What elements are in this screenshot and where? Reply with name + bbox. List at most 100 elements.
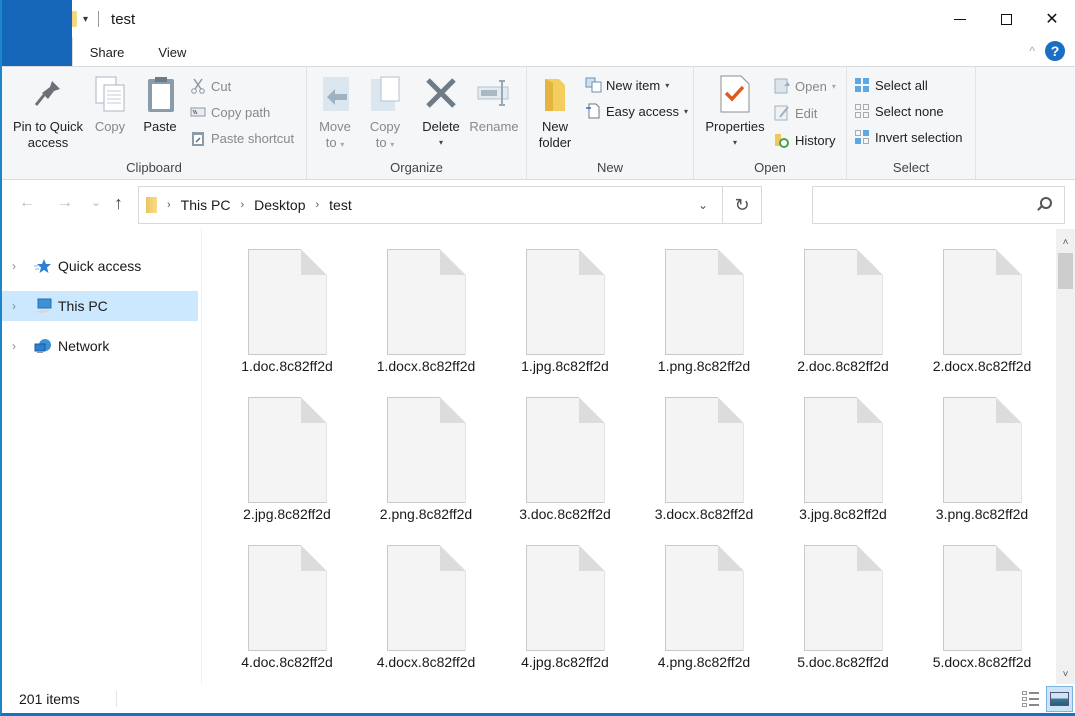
file-item[interactable]: 1.jpg.8c82ff2d — [495, 229, 635, 374]
file-item[interactable]: 3.doc.8c82ff2d — [495, 377, 635, 522]
nav-item-network[interactable]: › Network — [2, 331, 198, 361]
expand-chevron-icon[interactable]: › — [12, 339, 24, 353]
blank-file-icon — [942, 545, 1022, 651]
easy-access-icon — [585, 103, 601, 119]
forward-button[interactable]: → — [57, 194, 73, 212]
details-view-button[interactable] — [1021, 689, 1041, 709]
file-item[interactable]: 3.docx.8c82ff2d — [634, 377, 774, 522]
close-button[interactable]: ✕ — [1029, 0, 1075, 38]
ribbon-aux: ^ ? — [1029, 41, 1065, 61]
edit-icon — [774, 105, 790, 121]
file-name: 2.docx.8c82ff2d — [932, 358, 1032, 374]
blank-file-icon — [386, 545, 466, 651]
customize-dropdown-icon[interactable]: ▾ — [83, 14, 88, 25]
scroll-down-button[interactable]: ˅ — [1056, 664, 1075, 684]
breadcrumb-test[interactable]: test — [329, 197, 352, 213]
address-dropdown-icon[interactable]: ⌄ — [685, 187, 721, 223]
file-item[interactable]: 2.docx.8c82ff2d — [912, 229, 1052, 374]
select-none-button[interactable]: Select none — [854, 100, 944, 122]
help-icon[interactable]: ? — [1045, 41, 1065, 61]
scroll-up-button[interactable]: ˄ — [1056, 232, 1075, 252]
up-button[interactable]: ↑ — [114, 193, 123, 214]
pin-to-quick-access-button[interactable]: Pin to Quick access — [10, 75, 86, 151]
open-button[interactable]: Open ▾ — [774, 75, 836, 97]
breadcrumb-this-pc[interactable]: This PC — [181, 197, 231, 213]
new-folder-icon — [537, 75, 573, 113]
title-bar: ▾ test ✕ — [2, 0, 1075, 38]
edit-button[interactable]: Edit — [774, 102, 817, 124]
item-count: 201 items — [19, 690, 80, 707]
file-item[interactable]: 1.docx.8c82ff2d — [356, 229, 496, 374]
large-icons-view-button[interactable] — [1046, 686, 1073, 712]
breadcrumb-separator[interactable]: › — [240, 199, 244, 211]
invert-selection-button[interactable]: Invert selection — [854, 126, 962, 148]
tab-share[interactable]: Share — [73, 38, 142, 66]
breadcrumb-desktop[interactable]: Desktop — [254, 197, 305, 213]
file-name: 3.docx.8c82ff2d — [654, 506, 754, 522]
file-item[interactable]: 4.png.8c82ff2d — [634, 525, 774, 670]
file-item[interactable]: 1.doc.8c82ff2d — [217, 229, 357, 374]
tab-view[interactable]: View — [141, 38, 203, 66]
file-item[interactable]: 4.docx.8c82ff2d — [356, 525, 496, 670]
select-all-button[interactable]: Select all — [854, 74, 928, 96]
copy-path-icon — [190, 104, 206, 120]
history-button[interactable]: History — [774, 129, 835, 151]
maximize-button[interactable] — [983, 0, 1029, 38]
copy-to-button[interactable]: Copy to ▾ — [365, 75, 405, 153]
nav-item-quick-access[interactable]: › Quick access — [2, 251, 198, 281]
new-folder-button[interactable]: New folder — [535, 75, 575, 151]
organize-group-label: Organize — [390, 160, 443, 175]
nav-item-label: This PC — [58, 298, 108, 314]
collapse-ribbon-icon[interactable]: ^ — [1029, 44, 1035, 58]
back-button[interactable]: ← — [19, 194, 35, 212]
delete-x-icon — [423, 75, 459, 113]
new-item-button[interactable]: New item ▾ — [585, 74, 669, 96]
file-item[interactable]: 5.docx.8c82ff2d — [912, 525, 1052, 670]
nav-item-label: Network — [58, 338, 110, 354]
file-name: 4.docx.8c82ff2d — [376, 654, 476, 670]
paste-shortcut-button[interactable]: Paste shortcut — [190, 127, 294, 149]
rename-button[interactable]: Rename — [467, 75, 521, 135]
move-to-caret-icon: ▾ — [340, 140, 345, 149]
copy-button[interactable]: Copy — [90, 75, 130, 135]
vertical-scrollbar[interactable]: ˄ ˅ — [1056, 229, 1075, 684]
easy-access-button[interactable]: Easy access ▾ — [585, 100, 688, 122]
cut-button[interactable]: Cut — [190, 75, 231, 97]
nav-item-this-pc[interactable]: › This PC — [2, 291, 198, 321]
search-input[interactable] — [812, 186, 1065, 224]
expand-chevron-icon[interactable]: › — [12, 259, 24, 273]
tab-file[interactable]: File — [2, 0, 72, 66]
properties-caret-icon: ▾ — [732, 138, 737, 147]
file-item[interactable]: 4.jpg.8c82ff2d — [495, 525, 635, 670]
recent-locations-button[interactable]: ⌄ — [91, 195, 101, 209]
file-item[interactable]: 1.png.8c82ff2d — [634, 229, 774, 374]
move-to-button[interactable]: Move to ▾ — [315, 75, 355, 153]
quick-access-star-icon — [34, 258, 52, 274]
minimize-button[interactable] — [937, 0, 983, 38]
copy-path-button[interactable]: Copy path — [190, 101, 270, 123]
scroll-thumb[interactable] — [1058, 253, 1073, 289]
file-item[interactable]: 3.png.8c82ff2d — [912, 377, 1052, 522]
file-item[interactable]: 2.png.8c82ff2d — [356, 377, 496, 522]
delete-button[interactable]: Delete ▾ — [421, 75, 461, 151]
file-item[interactable]: 4.doc.8c82ff2d — [217, 525, 357, 670]
address-bar[interactable]: › This PC › Desktop › test ⌄ ↻ — [138, 186, 762, 224]
select-group-label: Select — [892, 160, 930, 175]
search-icon[interactable] — [1040, 197, 1052, 209]
file-item[interactable]: 2.jpg.8c82ff2d — [217, 377, 357, 522]
details-view-icon — [1022, 691, 1027, 695]
invert-selection-icon — [854, 129, 870, 145]
properties-button[interactable]: Properties ▾ — [700, 75, 770, 151]
breadcrumb-separator[interactable]: › — [167, 199, 171, 211]
paste-button[interactable]: Paste — [138, 75, 182, 135]
expand-chevron-icon[interactable]: › — [12, 299, 24, 313]
delete-caret-icon: ▾ — [438, 138, 443, 147]
status-bar: 201 items — [2, 684, 1075, 713]
breadcrumb-separator[interactable]: › — [316, 199, 320, 211]
file-item[interactable]: 5.doc.8c82ff2d — [773, 525, 913, 670]
file-item[interactable]: 2.doc.8c82ff2d — [773, 229, 913, 374]
refresh-button[interactable]: ↻ — [722, 187, 761, 223]
file-item[interactable]: 3.jpg.8c82ff2d — [773, 377, 913, 522]
new-group-label: New — [596, 160, 623, 175]
blank-file-icon — [942, 249, 1022, 355]
